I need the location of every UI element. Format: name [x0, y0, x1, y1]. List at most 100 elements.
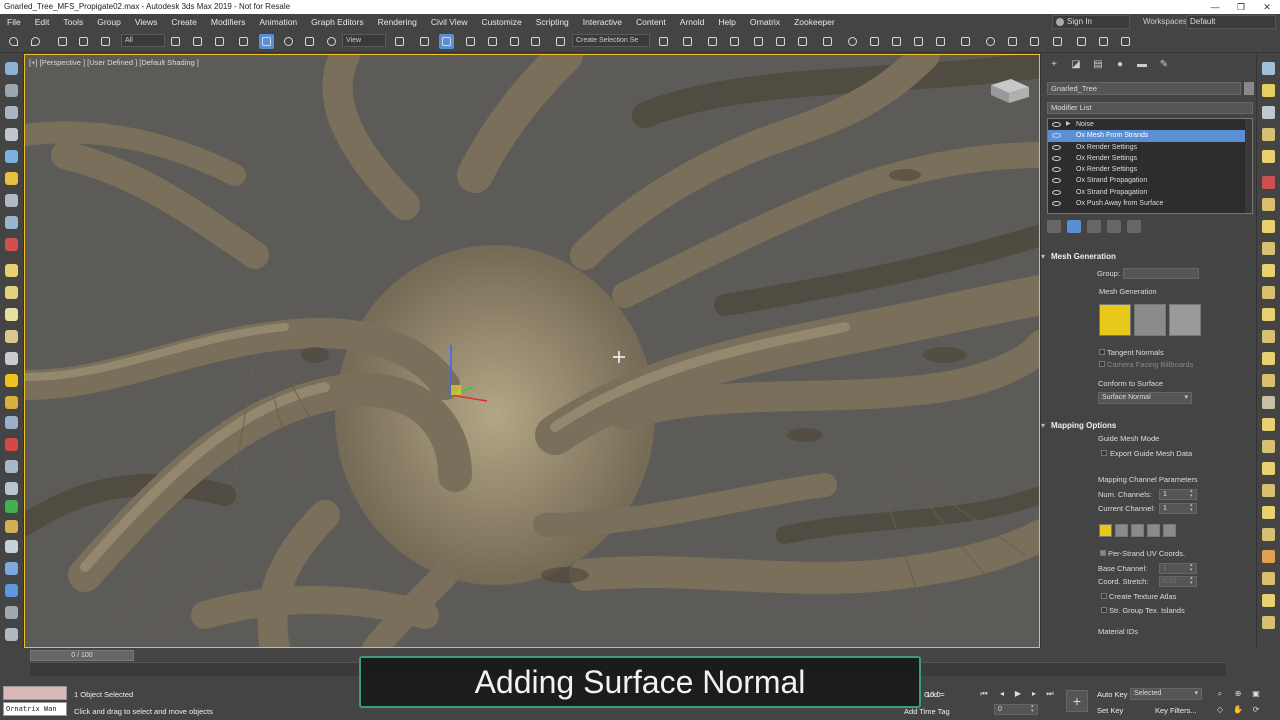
mapping-mode-1-icon[interactable] — [1099, 524, 1112, 537]
create-camera-icon[interactable] — [5, 128, 18, 141]
eye-icon[interactable] — [1052, 178, 1061, 184]
align-icon[interactable] — [680, 34, 695, 49]
cylinder-icon[interactable] — [5, 308, 18, 321]
ornatrix-shelf-20-icon[interactable] — [1262, 484, 1275, 497]
conform-to-surface-select[interactable]: Surface Normal — [1098, 392, 1192, 404]
ornatrix-shelf-26-icon[interactable] — [1262, 616, 1275, 629]
perspective-viewport[interactable]: [+] [Perspective ] [User Defined ] [Defa… — [24, 54, 1040, 648]
angle-snap-icon[interactable] — [485, 34, 500, 49]
current-channel-spinner[interactable]: 1 — [1159, 503, 1197, 514]
stack-scrollbar[interactable] — [1245, 119, 1252, 213]
eye-icon[interactable] — [1052, 201, 1061, 207]
stack-item[interactable]: Ox Render Settings — [1048, 164, 1252, 175]
rectangular-selection-icon[interactable] — [212, 34, 227, 49]
modifier-list-dropdown[interactable]: Modifier List — [1047, 102, 1253, 114]
orbit-icon[interactable]: ⟳ — [1250, 704, 1262, 715]
rendered-frame-window-icon[interactable] — [867, 34, 882, 49]
bind-space-warp-icon[interactable] — [98, 34, 113, 49]
percent-snap-icon[interactable] — [507, 34, 522, 49]
ornatrix-shelf-22-icon[interactable] — [1262, 528, 1275, 541]
create-light-icon[interactable] — [5, 106, 18, 119]
make-unique-icon[interactable] — [1087, 220, 1101, 233]
menu-views[interactable]: Views — [128, 14, 165, 30]
set-key-plus-icon[interactable]: + — [1066, 690, 1088, 712]
mapping-mode-5-icon[interactable] — [1163, 524, 1176, 537]
window-crossing-icon[interactable] — [236, 34, 251, 49]
viewport-label[interactable]: [+] [Perspective ] [User Defined ] [Defa… — [29, 58, 199, 67]
menu-help[interactable]: Help — [711, 14, 742, 30]
go-to-end-icon[interactable]: ⏭ — [1044, 688, 1056, 699]
undo-icon[interactable] — [6, 34, 21, 49]
ornatrix-shelf-15-icon[interactable] — [1262, 374, 1275, 387]
eye-icon[interactable] — [1052, 122, 1061, 127]
object-name-field[interactable]: Gnarled_Tree — [1047, 82, 1241, 95]
add-time-tag-button[interactable]: Add Time Tag — [904, 707, 950, 716]
select-by-name-icon[interactable] — [190, 34, 205, 49]
maxscript-listener-output[interactable]: Ornatrix Wan — [3, 702, 67, 716]
key-mode-select[interactable]: Selected — [1130, 688, 1202, 700]
group-islands-checkbox[interactable] — [1101, 607, 1107, 613]
stack-item[interactable]: ▶ Noise — [1048, 119, 1252, 130]
pin-stack-icon[interactable] — [1047, 220, 1061, 233]
reference-coordinate-select[interactable]: View — [342, 34, 386, 47]
edit-named-selection-icon[interactable] — [553, 34, 568, 49]
previous-frame-icon[interactable]: ◂ — [996, 688, 1008, 699]
ornatrix-shelf-23-icon[interactable] — [1262, 550, 1275, 563]
eye-icon[interactable] — [1052, 189, 1061, 195]
menu-scripting[interactable]: Scripting — [529, 14, 576, 30]
modify-tab-icon[interactable]: ◪ — [1067, 58, 1085, 72]
schematic-view-icon[interactable] — [795, 34, 810, 49]
ornatrix-shelf-3-icon[interactable] — [1262, 106, 1275, 119]
expand-arrow-icon[interactable]: ▶ — [1066, 119, 1071, 130]
stack-item[interactable]: Ox Render Settings — [1048, 142, 1252, 153]
create-helper-icon[interactable] — [5, 150, 18, 163]
menu-zookeeper[interactable]: Zookeeper — [787, 14, 842, 30]
time-slider[interactable]: 0 / 100 — [30, 650, 134, 661]
ornatrix-hair-icon[interactable] — [5, 238, 18, 251]
ornatrix-brush-icon[interactable] — [1027, 34, 1042, 49]
ornatrix-shelf-21-icon[interactable] — [1262, 506, 1275, 519]
sign-in-dropdown[interactable]: Sign In — [1052, 15, 1130, 29]
mapping-mode-3-icon[interactable] — [1131, 524, 1144, 537]
menu-tools[interactable]: Tools — [56, 14, 90, 30]
create-shape-icon[interactable] — [5, 84, 18, 97]
eye-icon[interactable] — [1052, 133, 1061, 139]
ornatrix-strand-icon[interactable] — [1074, 34, 1089, 49]
display-icon[interactable] — [5, 628, 18, 641]
ornatrix-shelf-13-icon[interactable] — [1262, 330, 1275, 343]
ornatrix-render-icon[interactable] — [1118, 34, 1133, 49]
named-selection-set-input[interactable]: Create Selection Se — [572, 34, 650, 47]
render-production-icon[interactable] — [889, 34, 904, 49]
curve-editor-icon[interactable] — [773, 34, 788, 49]
pan-icon[interactable]: ✋ — [1232, 704, 1244, 715]
ornatrix-shelf-4-icon[interactable] — [1262, 128, 1275, 141]
eye-icon[interactable] — [1052, 144, 1061, 150]
minimize-button[interactable]: — — [1202, 0, 1228, 14]
systems-icon[interactable] — [5, 216, 18, 229]
select-object-icon[interactable] — [168, 34, 183, 49]
menu-group[interactable]: Group — [90, 14, 128, 30]
ornatrix-shelf-2-icon[interactable] — [1262, 84, 1275, 97]
close-button[interactable]: ✕ — [1254, 0, 1280, 14]
menu-modifiers[interactable]: Modifiers — [204, 14, 252, 30]
render-iterative-icon[interactable] — [911, 34, 926, 49]
camera-facing-checkbox[interactable] — [1099, 361, 1105, 367]
configure-modifier-sets-icon[interactable] — [1127, 220, 1141, 233]
ornatrix-mesh-icon[interactable] — [1096, 34, 1111, 49]
hierarchy-tab-icon[interactable]: ▤ — [1089, 58, 1107, 72]
cloth-icon[interactable] — [5, 540, 18, 553]
ornatrix-shelf-7-icon[interactable] — [1262, 198, 1275, 211]
current-frame-spinner[interactable]: 0 — [994, 704, 1038, 715]
field-of-view-icon[interactable]: ◇ — [1214, 704, 1226, 715]
hair-fur-icon[interactable] — [5, 520, 18, 533]
ornatrix-shelf-16-icon[interactable] — [1262, 396, 1275, 409]
stack-item[interactable]: Ox Mesh From Strands — [1048, 130, 1252, 142]
remove-modifier-icon[interactable] — [1107, 220, 1121, 233]
stack-item[interactable]: Ox Strand Propagation — [1048, 187, 1252, 198]
coord-stretch-spinner[interactable]: 0.02 — [1159, 576, 1197, 587]
menu-content[interactable]: Content — [629, 14, 673, 30]
space-warp-icon[interactable] — [5, 194, 18, 207]
render-activeshade-icon[interactable] — [933, 34, 948, 49]
maxscript-listener-input[interactable] — [3, 686, 67, 700]
place-icon[interactable] — [324, 34, 339, 49]
